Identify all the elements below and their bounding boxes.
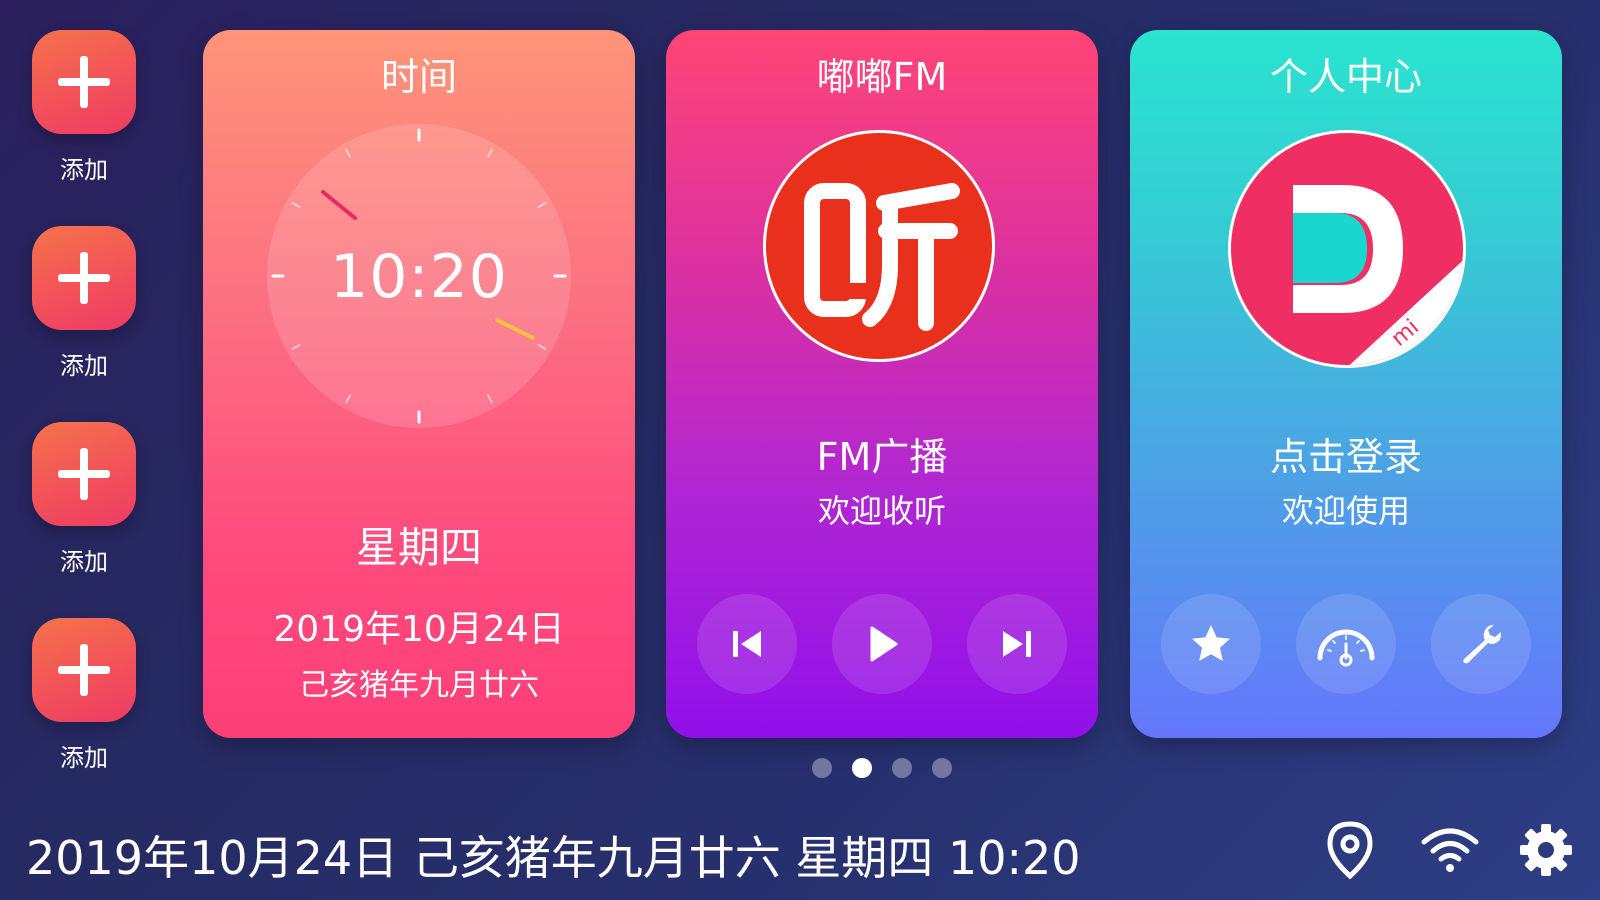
tools-button[interactable]: [1431, 594, 1531, 694]
play-button[interactable]: [832, 594, 932, 694]
previous-button[interactable]: [697, 594, 797, 694]
next-button[interactable]: [967, 594, 1067, 694]
d-glyph: mi: [1293, 185, 1463, 365]
media-controls: [666, 594, 1098, 698]
location-button[interactable]: [1318, 818, 1382, 882]
card-title: 个人中心: [1269, 55, 1422, 99]
card-title: 嘟嘟FM: [816, 55, 948, 99]
wifi-button[interactable]: [1418, 818, 1482, 882]
fm-card[interactable]: 嘟嘟FM FM广播 欢迎收听: [666, 30, 1098, 738]
analog-clock: 10:20: [267, 124, 571, 428]
wifi-icon: [1421, 828, 1479, 872]
user-card[interactable]: 个人中心 mi 点击登录 欢迎使用: [1130, 30, 1562, 738]
add-label: 添加: [60, 744, 108, 772]
location-icon: [1327, 821, 1373, 880]
user-caption: 欢迎使用: [1281, 492, 1410, 530]
plus-icon: [58, 252, 110, 304]
user-actions: [1130, 594, 1562, 698]
clock-time: 10:20: [330, 242, 508, 312]
add-button[interactable]: [32, 30, 136, 134]
add-item-1[interactable]: 添加: [32, 30, 136, 185]
minute-hand: [495, 318, 535, 340]
ting-logo-icon[interactable]: [763, 130, 995, 362]
add-label: 添加: [60, 548, 108, 576]
previous-icon: [733, 631, 761, 657]
hour-hand: [321, 190, 357, 220]
add-item-2[interactable]: 添加: [32, 226, 136, 381]
settings-icon: [1520, 824, 1572, 876]
add-label: 添加: [60, 156, 108, 184]
speedometer-icon: [1317, 629, 1375, 667]
ting-glyph: [804, 183, 960, 331]
favorites-button[interactable]: [1161, 594, 1261, 694]
add-item-4[interactable]: 添加: [32, 618, 136, 773]
plus-icon: [58, 644, 110, 696]
login-prompt[interactable]: 点击登录: [1130, 426, 1562, 481]
page-dot-3[interactable]: [892, 758, 912, 778]
page-dot-4[interactable]: [932, 758, 952, 778]
next-icon: [1003, 631, 1031, 657]
card-title: 时间: [380, 55, 457, 99]
status-datetime: 2019年10月24日 己亥猪年九月廿六 星期四 10:20: [26, 831, 1081, 885]
plus-icon: [58, 56, 110, 108]
add-button[interactable]: [32, 422, 136, 526]
fm-subtitle: FM广播: [816, 435, 948, 479]
page-dot-1[interactable]: [812, 758, 832, 778]
add-label: 添加: [60, 352, 108, 380]
plus-icon: [58, 448, 110, 500]
wrench-icon: [1463, 625, 1502, 664]
speedometer-button[interactable]: [1296, 594, 1396, 694]
lunar-date: 己亥猪年九月廿六: [299, 668, 539, 703]
add-item-3[interactable]: 添加: [32, 422, 136, 577]
settings-button[interactable]: [1514, 818, 1578, 882]
fm-caption: 欢迎收听: [817, 492, 946, 530]
weekday: 星期四: [355, 523, 482, 572]
star-icon: [1192, 625, 1230, 661]
page-indicator: [812, 758, 952, 778]
date: 2019年10月24日: [273, 609, 565, 650]
add-button[interactable]: [32, 226, 136, 330]
add-button[interactable]: [32, 618, 136, 722]
play-icon: [870, 626, 898, 662]
page-dot-2-active[interactable]: [852, 758, 872, 778]
time-card[interactable]: 时间 10:20 星期四 2019年10月24日 己亥猪年九月廿六: [203, 30, 635, 738]
d-logo-icon[interactable]: mi: [1228, 130, 1466, 368]
